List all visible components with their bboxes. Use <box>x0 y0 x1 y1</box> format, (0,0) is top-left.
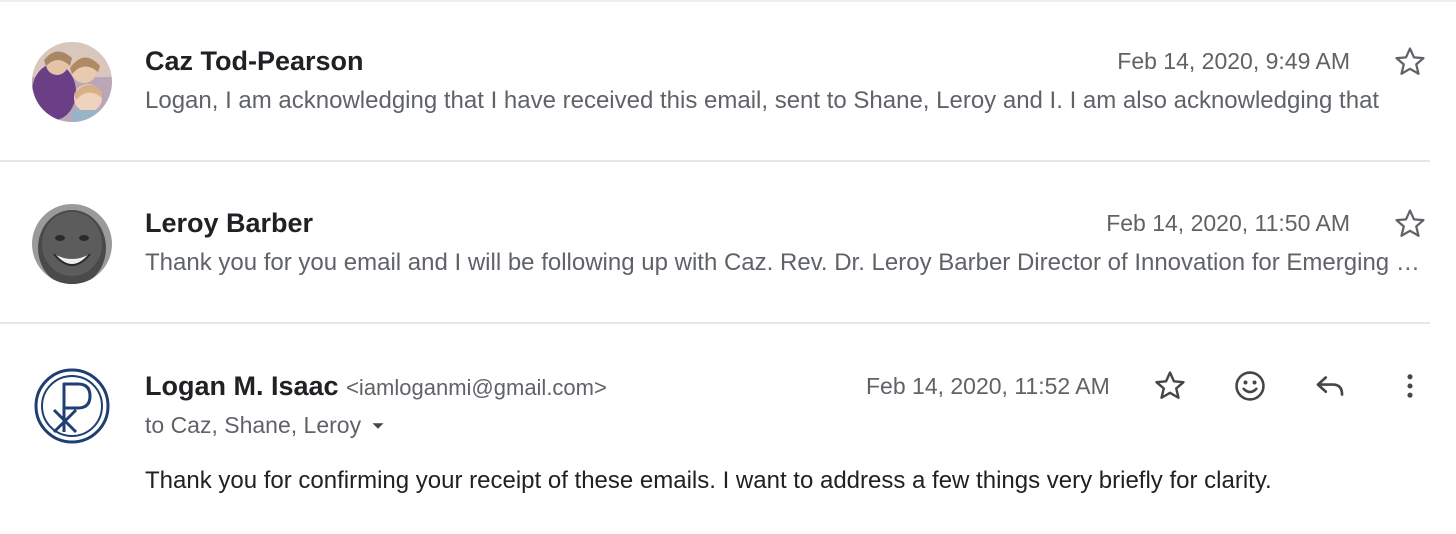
star-icon <box>1395 47 1425 75</box>
message-snippet: Thank you for you email and I will be fo… <box>145 249 1427 276</box>
message-open: Logan M. Isaac <iamloganmi@gmail.com> Fe… <box>0 324 1456 534</box>
sender-name: Caz Tod-Pearson <box>145 46 364 76</box>
message-row-caz[interactable]: Caz Tod-Pearson Feb 14, 2020, 9:49 AM Lo… <box>0 0 1456 162</box>
sender-name: Logan M. Isaac <box>145 371 339 401</box>
message-date: Feb 14, 2020, 9:49 AM <box>1117 48 1350 74</box>
star-icon <box>1395 209 1425 237</box>
message-snippet: Logan, I am acknowledging that I have re… <box>145 87 1380 114</box>
message-date: Feb 14, 2020, 11:52 AM <box>866 373 1110 399</box>
reply-button[interactable] <box>1310 366 1350 406</box>
avatar-caz <box>32 42 112 122</box>
more-options-button[interactable] <box>1390 366 1430 406</box>
sender-email: <iamloganmi@gmail.com> <box>346 375 607 400</box>
star-button[interactable] <box>1390 42 1430 82</box>
star-button[interactable] <box>1390 204 1430 244</box>
sender-line: Logan M. Isaac <iamloganmi@gmail.com> <box>145 371 607 402</box>
more-vert-icon <box>1407 374 1413 398</box>
reply-icon <box>1316 376 1344 396</box>
message-row-leroy[interactable]: Leroy Barber Feb 14, 2020, 11:50 AM Than… <box>0 162 1456 324</box>
avatar-logan-logo <box>34 368 110 444</box>
recipients-toggle[interactable]: to Caz, Shane, Leroy <box>145 412 389 439</box>
sender-name: Leroy Barber <box>145 208 314 238</box>
avatar-caz-photo <box>32 42 112 122</box>
avatar-leroy <box>32 204 112 284</box>
caret-down-icon <box>372 422 384 429</box>
emoji-icon <box>1235 371 1265 401</box>
chi-rho-logo-icon <box>34 368 110 444</box>
star-button[interactable] <box>1150 366 1190 406</box>
star-icon <box>1155 371 1185 399</box>
avatar-leroy-photo <box>32 204 112 284</box>
add-reaction-button[interactable] <box>1230 366 1270 406</box>
message-body: Thank you for confirming your receipt of… <box>145 467 1272 494</box>
recipients-label: to Caz, Shane, Leroy <box>145 412 362 438</box>
message-date: Feb 14, 2020, 11:50 AM <box>1106 210 1350 236</box>
